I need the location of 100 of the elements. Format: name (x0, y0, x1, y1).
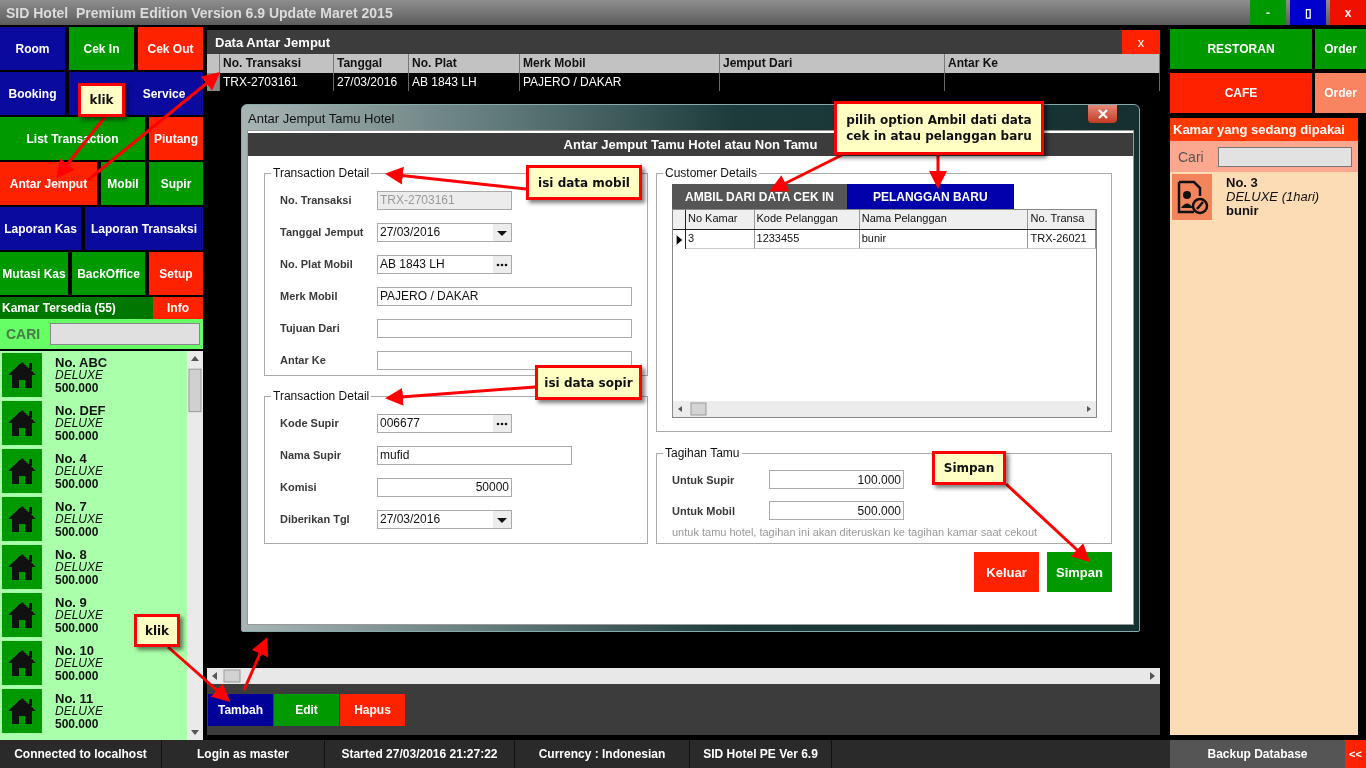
room-number[interactable]: No. 11 (55, 691, 104, 705)
input-field[interactable] (377, 318, 632, 338)
search-field[interactable] (1217, 146, 1352, 167)
input-field[interactable]: mufid (377, 445, 572, 465)
menu-button[interactable]: Room (0, 27, 65, 70)
field-label: No. Plat Mobil (280, 258, 354, 270)
room-number[interactable]: No. ABC (55, 355, 108, 369)
close-button[interactable]: x (1330, 0, 1366, 25)
menu-button[interactable]: Booking (0, 72, 65, 115)
group-title: Tagihan Tamu (664, 446, 741, 460)
note-text: untuk tamu hotel, tagihan ini akan diteruskan ke tagihan kamar saat cekout (672, 526, 1039, 538)
arrow (929, 155, 947, 189)
scrollbar[interactable] (187, 351, 203, 740)
dropdown-icon (493, 510, 511, 528)
status-item: Login as master (162, 740, 325, 768)
dialog-button[interactable]: Simpan (1047, 552, 1112, 592)
column-header[interactable]: No Kamar (686, 210, 755, 229)
input-field[interactable]: 100.000 (769, 470, 904, 489)
tab[interactable]: AMBIL DARI DATA CEK IN (672, 184, 847, 209)
toolbar-button[interactable]: Tambah (208, 693, 273, 726)
callout-tooltip: pilih option Ambil dati data cek in atau pelanggan baru (834, 101, 1044, 155)
status-item: Currency : Indonesian (515, 740, 690, 768)
room-type: DELUXE (55, 464, 104, 478)
menu-button[interactable]: BackOffice (72, 252, 145, 295)
menu-button[interactable]: Setup (149, 252, 203, 295)
toolbar-button[interactable]: Hapus (340, 693, 405, 726)
menu-button[interactable]: Mobil (101, 162, 145, 205)
outlet-button[interactable]: CAFE (1170, 73, 1312, 113)
field-label: Merk Mobil (280, 290, 339, 302)
room-number[interactable]: No. 10 (55, 643, 104, 657)
input-field[interactable]: 27/03/2016 (377, 509, 512, 529)
input-field[interactable]: AB 1843 LH (377, 254, 512, 274)
search-label: Cari (1178, 148, 1204, 165)
column-header[interactable]: Kode Pelanggan (754, 210, 860, 229)
field-label: Nama Supir (280, 449, 343, 461)
room-price: 500.000 (55, 573, 100, 587)
callout-tooltip: Simpan (932, 451, 1006, 485)
outlet-button[interactable]: RESTORAN (1170, 29, 1312, 69)
house-icon (2, 593, 42, 637)
backup-button[interactable]: Backup Database (1170, 740, 1345, 768)
room-price: 500.000 (55, 669, 100, 683)
group-title: Customer Details (664, 166, 759, 180)
input-field[interactable]: 50000 (377, 477, 512, 497)
close-button[interactable] (1088, 105, 1117, 123)
room-number[interactable]: No. 3 (1226, 176, 1320, 190)
room-type: DELUXE (55, 608, 104, 622)
minimize-button[interactable]: - (1250, 0, 1286, 25)
input-field[interactable]: PAJERO / DAKAR (377, 286, 632, 306)
column-header[interactable]: No. Transa (1028, 210, 1096, 229)
menu-button[interactable]: Laporan Transaksi (85, 207, 203, 250)
input-field[interactable]: 27/03/2016 (377, 222, 512, 242)
room-number[interactable]: No. 8 (55, 547, 104, 561)
arrow (167, 645, 231, 702)
close-icon (1096, 109, 1109, 119)
menu-button[interactable]: Piutang (149, 117, 203, 160)
group-title: Transaction Detail (272, 166, 371, 180)
panel-title: Data Antar Jemput (214, 34, 331, 50)
room-price: 500.000 (55, 717, 100, 731)
house-icon (2, 641, 42, 685)
tab[interactable]: PELANGGAN BARU (846, 184, 1014, 209)
callout-tooltip: isi data sopir (535, 365, 642, 400)
room-type: DELUXE (55, 560, 104, 574)
collapse-button[interactable]: << (1345, 740, 1366, 768)
table-cell: TRX-26021 (1028, 230, 1096, 249)
house-icon (2, 497, 42, 541)
maximize-button[interactable]: ▯ (1290, 0, 1326, 25)
room-price: 500.000 (55, 621, 100, 635)
table-cell: 1233455 (754, 230, 860, 249)
room-number[interactable]: No. DEF (55, 403, 106, 417)
room-number[interactable]: No. 4 (55, 451, 104, 465)
room-price: 500.000 (55, 429, 100, 443)
group-title: Transaction Detail (272, 389, 371, 403)
close-button[interactable]: x (1122, 30, 1160, 54)
status-item: SID Hotel PE Ver 6.9 (690, 740, 832, 768)
menu-button[interactable]: Laporan Kas (0, 207, 81, 250)
dialog-title: Antar Jemput Tamu Hotel (247, 110, 395, 126)
menu-button[interactable]: Cek Out (138, 27, 203, 70)
search-label: CARI (6, 326, 41, 342)
room-number[interactable]: No. 9 (55, 595, 104, 609)
column-header[interactable]: Nama Pelanggan (859, 210, 1029, 229)
room-type: DELUXE (55, 704, 104, 718)
scrollbar[interactable] (673, 401, 1096, 417)
info-button[interactable]: Info (153, 297, 203, 319)
menu-button[interactable]: Cek In (69, 27, 134, 70)
input-field[interactable]: 500.000 (769, 501, 904, 520)
order-button[interactable]: Order (1315, 29, 1366, 69)
toolbar-button[interactable]: Edit (274, 693, 339, 726)
search-field[interactable] (50, 323, 200, 345)
menu-button[interactable]: Mutasi Kas (0, 252, 68, 295)
guest-name: bunir (1226, 204, 1260, 218)
house-icon (2, 449, 42, 493)
field-label: Tujuan Dari (280, 322, 341, 334)
input-field[interactable] (377, 350, 632, 370)
room-type: DELUXE (55, 512, 104, 526)
menu-button[interactable]: Supir (149, 162, 203, 205)
input-field[interactable]: 006677 (377, 413, 512, 433)
menu-button[interactable]: Antar Jemput (0, 162, 97, 205)
dialog-button[interactable]: Keluar (974, 552, 1039, 592)
room-number[interactable]: No. 7 (55, 499, 104, 513)
scrollbar[interactable] (207, 668, 1160, 684)
